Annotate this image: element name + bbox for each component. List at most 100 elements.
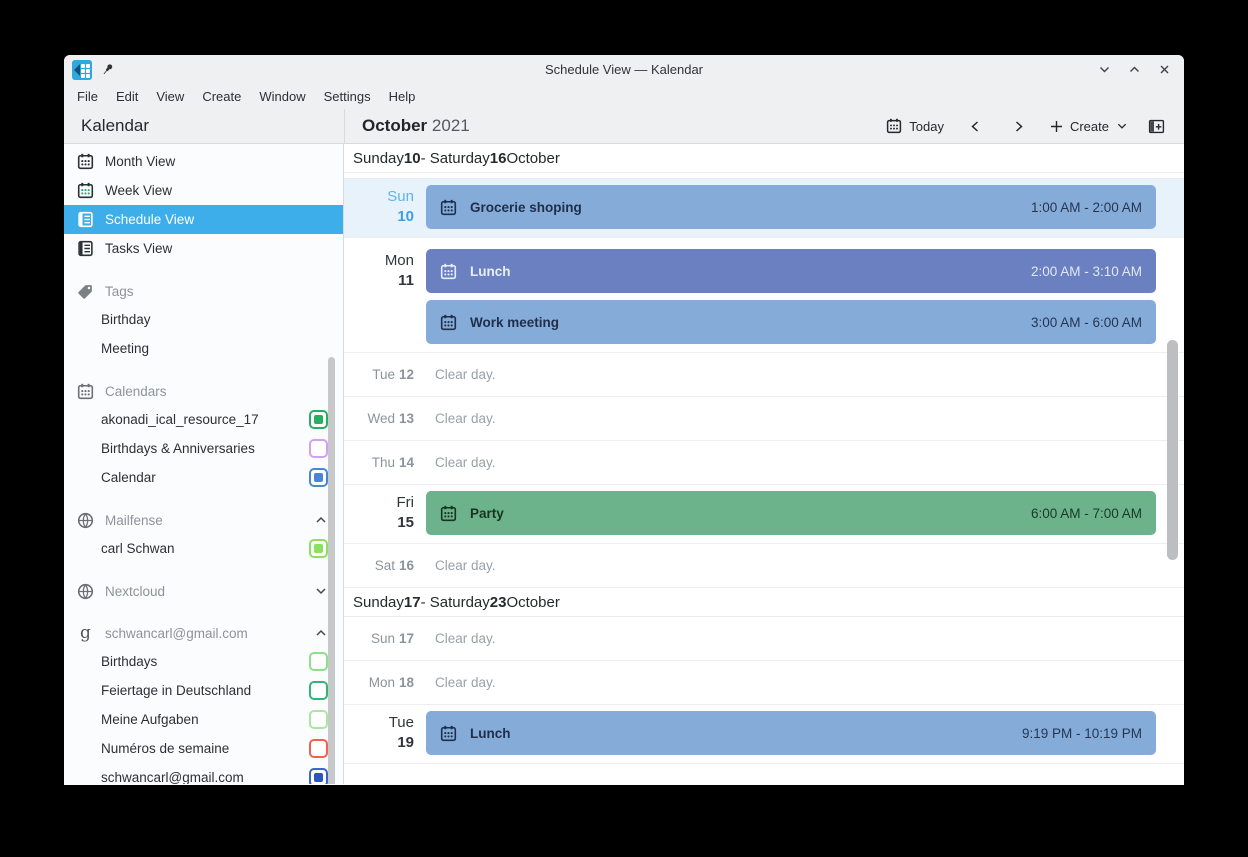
calendar-list-item[interactable]: Feiertage in Deutschland [64,676,343,705]
calendar-item-label: schwancarl@gmail.com [101,770,244,784]
day-label: Sat 16 [374,557,414,573]
calendar-list-item[interactable]: Numéros de semaine [64,734,343,763]
month-year: 2021 [431,116,470,135]
day-label: Thu 14 [371,454,414,470]
today-button[interactable]: Today [877,113,953,139]
sidebar-item-month-view[interactable]: Month View [64,147,343,176]
menu-item-help[interactable]: Help [380,86,425,107]
calendar-item-label: Numéros de semaine [101,741,230,756]
add-calendar-source-button[interactable] [1139,113,1174,140]
menu-item-window[interactable]: Window [250,86,314,107]
chevron-left-icon [971,120,978,132]
section-nextcloud: Nextcloud [64,577,343,605]
event-card[interactable]: Lunch 2:00 AM - 3:10 AM [426,249,1156,293]
window-body: Month View Week View Schedule View Tasks… [64,144,1184,784]
sidebar-item-schedule-view[interactable]: Schedule View [64,205,343,234]
schedule-row-clear: Sun 17 Clear day. [344,617,1184,661]
previous-button[interactable] [955,115,996,138]
month-title: October 2021 [362,116,470,136]
sidebar-scrollbar[interactable] [328,357,335,784]
section-title: Tags [105,283,134,299]
day-label: Mon 18 [368,674,414,690]
calendar-checkbox[interactable] [309,410,328,429]
event-card[interactable]: Work meeting 3:00 AM - 6:00 AM [426,300,1156,344]
calendar-list-item[interactable]: Calendar [64,463,343,492]
section-header-mailfense[interactable]: Mailfense [64,506,343,534]
day-label: Tue 12 [372,366,414,382]
menu-item-edit[interactable]: Edit [107,86,147,107]
chevron-right-icon [1015,120,1023,132]
menu-item-settings[interactable]: Settings [315,86,380,107]
calendar-checkbox[interactable] [309,468,328,487]
section-gmail: g schwancarl@gmail.com Birthdays Feiertage… [64,619,343,784]
menu-item-file[interactable]: File [68,86,107,107]
event-card[interactable]: Party 6:00 AM - 7:00 AM [426,491,1156,535]
pin-icon[interactable] [100,62,115,77]
event-calendar-icon [440,263,457,279]
section-header-nextcloud[interactable]: Nextcloud [64,577,343,605]
calendar-item-label: Feiertage in Deutschland [101,683,252,698]
section-header-gmail[interactable]: g schwancarl@gmail.com [64,619,343,647]
sidebar-item-tasks-view[interactable]: Tasks View [64,234,343,263]
chevron-down-icon [316,588,326,595]
schedule-scrollbar[interactable] [1167,340,1178,560]
sidebar-item-label: Week View [105,183,173,198]
sidebar: Month View Week View Schedule View Tasks… [64,144,344,784]
menu-item-create[interactable]: Create [193,86,250,107]
calendar-item-label: Calendar [101,470,156,485]
week-header: Sunday 17 - Saturday 23 October [344,588,1184,617]
calendar-checkbox[interactable] [309,768,328,784]
calendar-list-item[interactable]: Birthday [64,305,343,334]
section-header-calendars[interactable]: Calendars [64,377,343,405]
calendar-list-item[interactable]: Birthdays & Anniversaries [64,434,343,463]
calendar-checkbox[interactable] [309,539,328,558]
checkbox-check-mark [314,473,323,482]
next-button[interactable] [998,115,1039,138]
calendar-list-item[interactable]: schwancarl@gmail.com [64,763,343,784]
day-label: Sun 17 [370,630,414,646]
section-title: schwancarl@gmail.com [105,625,248,641]
tasks-view-icon [78,240,93,257]
sidebar-item-week-view[interactable]: Week View [64,176,343,205]
calendar-checkbox[interactable] [309,652,328,671]
schedule-row-clear: Sat 16 Clear day. [344,544,1184,588]
calendar-list-item[interactable]: carl Schwan [64,534,343,563]
calendar-list-item[interactable]: Birthdays [64,647,343,676]
close-button[interactable] [1156,62,1172,78]
chevron-up-icon [316,629,326,636]
event-calendar-icon [440,725,457,741]
section-header-tags[interactable]: Tags [64,277,343,305]
calendar-checkbox[interactable] [309,710,328,729]
section-title: Nextcloud [105,583,166,599]
calendar-checkbox[interactable] [309,439,328,458]
month-view-icon [77,153,94,170]
desktop-background: Schedule View — Kalendar File Edit View Cre… [0,0,1248,857]
calendar-checkbox[interactable] [309,739,328,758]
sidebar-add-icon [1148,119,1165,133]
calendar-item-label: Birthday [101,312,151,327]
schedule-row-clear: Tue 12 Clear day. [344,353,1184,397]
calendar-list-item[interactable]: akonadi_ical_resource_17 [64,405,343,434]
calendar-list-item[interactable]: Meeting [64,334,343,363]
sidebar-app-title: Kalendar [81,116,150,135]
event-title: Work meeting [470,314,560,330]
menubar: File Edit View Create Window Settings Help [64,84,1184,109]
calendar-item-label: Meeting [101,341,150,356]
calendar-checkbox[interactable] [309,681,328,700]
calendar-list-item[interactable]: Meine Aufgaben [64,705,343,734]
event-time: 3:00 AM - 6:00 AM [1030,314,1142,330]
event-card[interactable]: Lunch 9:19 PM - 10:19 PM [426,711,1156,755]
create-button[interactable]: Create [1041,114,1137,139]
section-title: Calendars [105,383,167,399]
sidebar-item-label: Month View [105,154,176,169]
day-label: Sun 10 [387,188,414,225]
event-card[interactable]: Grocerie shoping 1:00 AM - 2:00 AM [426,185,1156,229]
minimize-button[interactable] [1096,62,1112,78]
toolbar: Today Create [877,113,1174,140]
sidebar-item-label: Schedule View [105,212,195,227]
header-band: Kalendar October 2021 Today Create [64,109,1184,144]
maximize-button[interactable] [1126,62,1142,78]
menu-item-view[interactable]: View [147,86,193,107]
schedule-row-events: Tue 19 Lunch 9:19 PM - 10:19 PM [344,705,1184,764]
titlebar[interactable]: Schedule View — Kalendar [64,55,1184,84]
